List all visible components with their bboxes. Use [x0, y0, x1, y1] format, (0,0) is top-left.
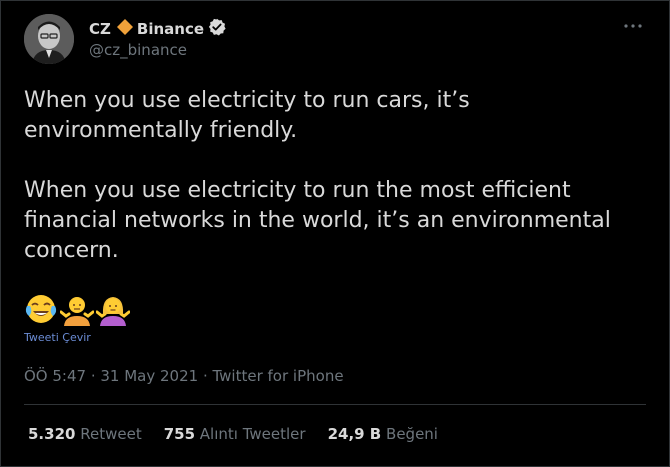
likes-stat[interactable]: 24,9 B Beğeni [328, 425, 438, 443]
woman-shrugging-emoji-icon [96, 292, 130, 326]
avatar[interactable] [24, 14, 74, 64]
ellipsis-icon [624, 24, 642, 28]
quote-tweets-stat[interactable]: 755 Alıntı Tweetler [164, 425, 306, 443]
person-shrugging-emoji-icon [60, 292, 94, 326]
more-options-button[interactable] [618, 16, 648, 36]
translate-tweet-link[interactable]: Tweeti Çevir [24, 331, 91, 344]
tweet-text: When you use electricity to run cars, it… [24, 86, 644, 266]
retweets-count: 5.320 [28, 425, 76, 443]
retweets-label: Retweet [80, 425, 142, 443]
retweets-stat[interactable]: 5.320 Retweet [28, 425, 142, 443]
tweet-paragraph: When you use electricity to run cars, it… [24, 88, 470, 143]
verified-badge-icon [208, 18, 226, 40]
engagement-stats: 5.320 Retweet 755 Alıntı Tweetler 24,9 B… [28, 425, 438, 443]
likes-count: 24,9 B [327, 425, 382, 443]
emoji-row [24, 292, 130, 326]
tweet-timestamp[interactable]: ÖÖ 5:47 · 31 May 2021 · Twitter for iPho… [24, 367, 344, 385]
orange-diamond-icon [116, 19, 133, 39]
face-with-tears-of-joy-emoji-icon [24, 292, 58, 326]
author-handle[interactable]: @cz_binance [89, 41, 187, 59]
author-name-row[interactable]: CZ Binance [89, 18, 226, 40]
divider [24, 404, 646, 405]
quotes-label: Alıntı Tweetler [199, 425, 306, 443]
display-name-suffix[interactable]: Binance [137, 20, 204, 38]
likes-label: Beğeni [386, 425, 438, 443]
display-name[interactable]: CZ [89, 20, 111, 38]
tweet-paragraph: When you use electricity to run the most… [24, 178, 611, 263]
quotes-count: 755 [163, 425, 196, 443]
